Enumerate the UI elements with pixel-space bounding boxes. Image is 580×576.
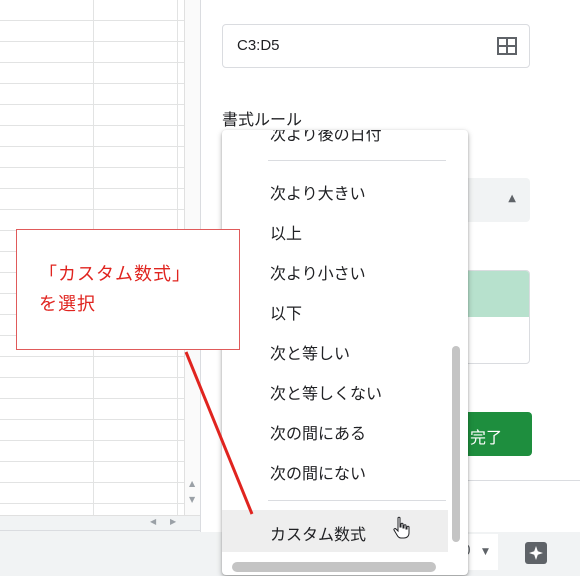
scroll-left-icon[interactable]: ◀: [150, 517, 156, 526]
menu-scrollbar[interactable]: [452, 346, 460, 542]
horizontal-scrollbar[interactable]: ◀ ▶: [0, 515, 200, 530]
format-rules-heading: 書式ルール: [222, 110, 303, 129]
chevron-down-icon: ▼: [482, 547, 489, 557]
menu-item-between[interactable]: 次の間にある: [270, 420, 366, 444]
menu-item-equal-to[interactable]: 次と等しい: [270, 340, 350, 364]
menu-item-less-than[interactable]: 次より小さい: [270, 260, 366, 284]
menu-item-less-or-equal[interactable]: 以下: [270, 300, 302, 324]
menu-item-greater-than[interactable]: 次より大きい: [270, 180, 366, 204]
done-button-label: 完了: [469, 428, 502, 447]
scroll-right-icon[interactable]: ▶: [170, 517, 176, 526]
menu-separator: [268, 500, 446, 501]
range-input[interactable]: C3:D5: [222, 24, 530, 68]
menu-horizontal-scrollbar[interactable]: [232, 562, 436, 572]
range-value: C3:D5: [237, 37, 280, 54]
menu-separator: [268, 160, 446, 161]
dropdown-up-icon: ▲: [508, 193, 516, 204]
hand-cursor-icon: [393, 516, 410, 539]
grid-select-icon[interactable]: [497, 37, 517, 55]
annotation-callout: 「カスタム数式」 を選択: [16, 229, 240, 350]
callout-line-1: 「カスタム数式」: [39, 264, 191, 285]
menu-item-not-between[interactable]: 次の間にない: [270, 460, 366, 484]
callout-line-2: を選択: [39, 294, 96, 315]
condition-dropdown-menu: 次より後の日付 次より大きい 以上 次より小さい 以下 次と等しい 次と等しくな…: [222, 130, 468, 575]
panel-divider-line: [466, 480, 580, 481]
explore-icon[interactable]: [524, 541, 548, 565]
scroll-up-icon[interactable]: ▲: [189, 479, 195, 488]
menu-item-not-equal-to[interactable]: 次と等しくない: [270, 380, 382, 404]
menu-item-after-date[interactable]: 次より後の日付: [270, 130, 382, 145]
scroll-down-icon[interactable]: ▼: [189, 495, 195, 504]
menu-item-custom-formula[interactable]: カスタム数式: [270, 521, 366, 545]
menu-item-greater-or-equal[interactable]: 以上: [270, 220, 302, 244]
